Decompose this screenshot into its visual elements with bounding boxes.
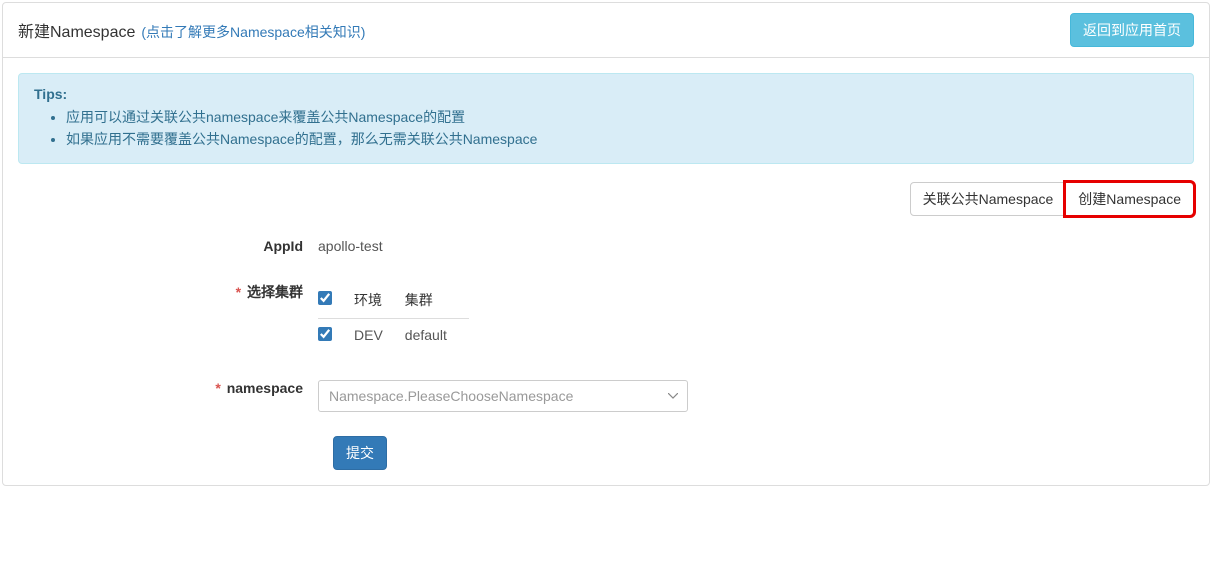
- namespace-form: AppId apollo-test * 选择集群 环境: [18, 234, 1194, 470]
- submit-row: 提交: [333, 436, 1194, 470]
- tips-item: 应用可以通过关联公共namespace来覆盖公共Namespace的配置: [66, 106, 1178, 128]
- cluster-row: DEV default: [318, 318, 469, 352]
- cluster-table: 环境 集群 DEV default: [318, 282, 469, 352]
- form-group-appid: AppId apollo-test: [18, 234, 1194, 254]
- tab-associate-public-namespace[interactable]: 关联公共Namespace: [910, 182, 1067, 216]
- form-group-namespace: * namespace Namespace.PleaseChooseNamesp…: [18, 376, 1194, 412]
- tips-list: 应用可以通过关联公共namespace来覆盖公共Namespace的配置 如果应…: [66, 106, 1178, 151]
- cluster-label: * 选择集群: [18, 278, 318, 302]
- back-to-app-button[interactable]: 返回到应用首页: [1070, 13, 1194, 47]
- namespace-select-placeholder: Namespace.PleaseChooseNamespace: [318, 380, 688, 412]
- namespace-select[interactable]: Namespace.PleaseChooseNamespace: [318, 380, 688, 412]
- help-link[interactable]: (点击了解更多Namespace相关知识): [141, 22, 365, 42]
- tab-button-group: 关联公共Namespace 创建Namespace: [910, 182, 1194, 216]
- namespace-label: * namespace: [18, 376, 318, 396]
- tips-label: Tips:: [34, 86, 67, 102]
- submit-button[interactable]: 提交: [333, 436, 387, 470]
- cluster-header-cluster: 集群: [405, 282, 469, 319]
- create-namespace-panel: 新建Namespace (点击了解更多Namespace相关知识) 返回到应用首…: [2, 2, 1210, 486]
- cluster-row-env: DEV: [354, 318, 405, 352]
- form-group-cluster: * 选择集群 环境 集群: [18, 278, 1194, 352]
- appid-value: apollo-test: [318, 238, 383, 254]
- cluster-header-env: 环境: [354, 282, 405, 319]
- cluster-row-checkbox[interactable]: [318, 327, 332, 341]
- tab-create-namespace[interactable]: 创建Namespace: [1065, 182, 1194, 216]
- title-wrap: 新建Namespace (点击了解更多Namespace相关知识): [18, 18, 365, 42]
- tips-item: 如果应用不需要覆盖公共Namespace的配置，那么无需关联公共Namespac…: [66, 128, 1178, 150]
- tips-alert: Tips: 应用可以通过关联公共namespace来覆盖公共Namespace的…: [18, 73, 1194, 164]
- panel-heading: 新建Namespace (点击了解更多Namespace相关知识) 返回到应用首…: [3, 3, 1209, 58]
- cluster-select-all-cell: [318, 282, 354, 319]
- page-title: 新建Namespace: [18, 18, 135, 42]
- namespace-type-tabs: 关联公共Namespace 创建Namespace: [18, 182, 1194, 216]
- cluster-row-cluster: default: [405, 318, 469, 352]
- panel-body: Tips: 应用可以通过关联公共namespace来覆盖公共Namespace的…: [3, 58, 1209, 485]
- appid-label: AppId: [18, 234, 318, 254]
- cluster-select-all-checkbox[interactable]: [318, 291, 332, 305]
